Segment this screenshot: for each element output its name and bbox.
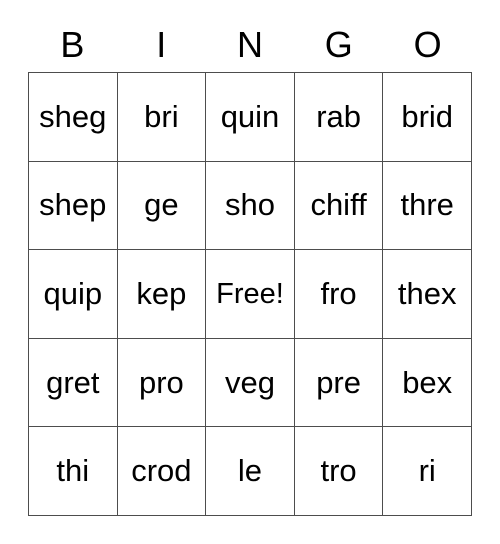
bingo-cell-label: pre xyxy=(316,364,361,400)
bingo-cell-r4c4[interactable]: pre xyxy=(294,338,384,428)
header-letter-o: O xyxy=(413,24,442,65)
bingo-cell-label: thre xyxy=(400,187,454,223)
bingo-cell-r1c2[interactable]: bri xyxy=(117,73,207,162)
bingo-cell-label: quin xyxy=(220,98,280,134)
bingo-cell-label: quip xyxy=(43,275,103,311)
bingo-cell-label: shep xyxy=(39,187,107,223)
bingo-cell-label: brid xyxy=(401,98,454,134)
bingo-cell-label: pro xyxy=(138,364,184,400)
bingo-cell-label: sheg xyxy=(39,98,107,134)
bingo-free-space-label: Free! xyxy=(216,277,284,310)
bingo-header: B I N G O xyxy=(28,18,472,72)
bingo-cell-r1c1[interactable]: sheg xyxy=(29,73,118,162)
bingo-cell-label: sho xyxy=(225,187,275,223)
bingo-cell-label: chiff xyxy=(310,187,367,223)
bingo-cell-label: gret xyxy=(46,364,100,400)
bingo-cell-label: fro xyxy=(320,275,357,311)
bingo-cell-r5c2[interactable]: crod xyxy=(117,427,207,516)
bingo-cell-label: ri xyxy=(418,453,436,489)
bingo-grid: sheg bri quin rab brid shep ge sho chiff… xyxy=(28,72,472,516)
bingo-cell-r3c2[interactable]: kep xyxy=(117,250,207,339)
bingo-cell-r2c4[interactable]: chiff xyxy=(294,161,384,251)
bingo-cell-r4c2[interactable]: pro xyxy=(117,338,207,428)
bingo-cell-r3c1[interactable]: quip xyxy=(29,250,118,339)
header-letter-n: N xyxy=(236,24,263,65)
bingo-cell-r1c3[interactable]: quin xyxy=(206,73,295,162)
bingo-cell-label: kep xyxy=(136,275,187,311)
bingo-cell-label: veg xyxy=(225,364,275,400)
bingo-cell-label: tro xyxy=(320,453,357,489)
bingo-cell-r2c2[interactable]: ge xyxy=(117,161,207,251)
bingo-cell-r3c5[interactable]: thex xyxy=(383,250,472,339)
bingo-cell-r2c5[interactable]: thre xyxy=(383,161,472,251)
bingo-cell-r5c1[interactable]: thi xyxy=(29,427,118,516)
header-letter-i: I xyxy=(156,24,167,65)
bingo-cell-label: crod xyxy=(131,453,192,489)
bingo-cell-r5c5[interactable]: ri xyxy=(383,427,472,516)
bingo-cell-r5c4[interactable]: tro xyxy=(294,427,384,516)
bingo-cell-r4c1[interactable]: gret xyxy=(29,338,118,428)
bingo-cell-free-space[interactable]: Free! xyxy=(206,250,295,339)
bingo-cell-label: rab xyxy=(316,98,361,134)
bingo-cell-label: ge xyxy=(144,187,179,223)
bingo-cell-r3c4[interactable]: fro xyxy=(294,250,384,339)
bingo-cell-label: thex xyxy=(397,275,457,311)
bingo-cell-r4c3[interactable]: veg xyxy=(206,338,295,428)
bingo-cell-label: thi xyxy=(56,453,90,489)
bingo-cell-r4c5[interactable]: bex xyxy=(383,338,472,428)
bingo-cell-label: le xyxy=(237,453,263,489)
bingo-cell-r1c4[interactable]: rab xyxy=(294,73,384,162)
bingo-cell-label: bri xyxy=(144,98,179,134)
bingo-cell-r5c3[interactable]: le xyxy=(206,427,295,516)
bingo-cell-label: bex xyxy=(402,364,453,400)
bingo-cell-r1c5[interactable]: brid xyxy=(383,73,472,162)
bingo-cell-r2c1[interactable]: shep xyxy=(29,161,118,251)
bingo-cell-r2c3[interactable]: sho xyxy=(206,161,295,251)
bingo-card: B I N G O sheg bri quin rab brid shep ge… xyxy=(0,0,500,544)
header-letter-g: G xyxy=(324,24,353,65)
header-letter-b: B xyxy=(60,24,85,65)
